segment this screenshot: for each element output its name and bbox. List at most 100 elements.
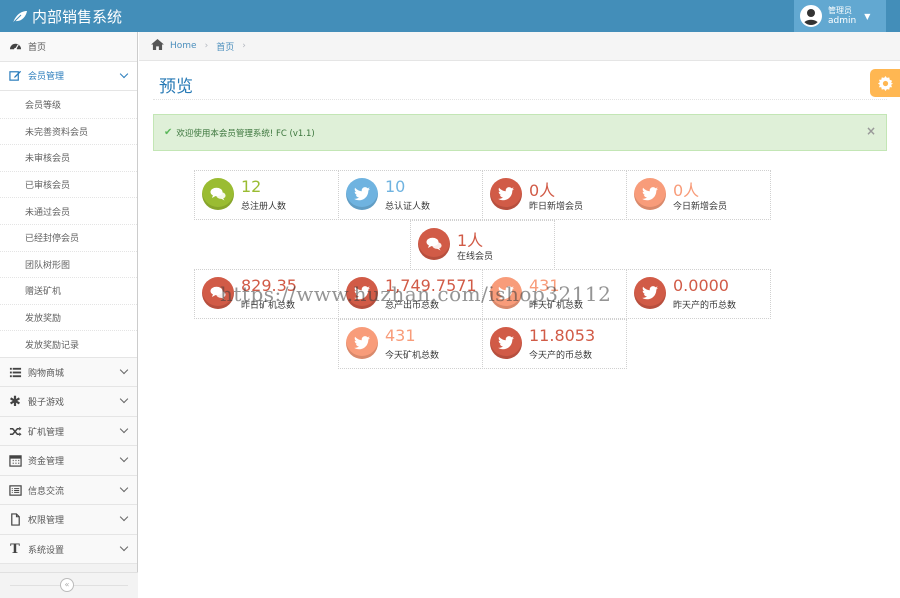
stat-box: 11.8053 今天产的币总数 bbox=[482, 319, 627, 369]
stat-label: 在线会员 bbox=[457, 252, 494, 262]
sidebar-collapse-bar: « bbox=[0, 572, 138, 598]
random-icon bbox=[8, 424, 22, 438]
submenu-item[interactable]: 未审核会员 bbox=[0, 144, 137, 171]
sidebar-item-permissions[interactable]: 权限管理 bbox=[0, 505, 137, 535]
sidebar-item-label: 首页 bbox=[28, 42, 47, 53]
stat-label: 总认证人数 bbox=[385, 202, 431, 212]
sidebar-item-settings[interactable]: T 系统设置 bbox=[0, 534, 137, 565]
avatar bbox=[800, 5, 822, 27]
stat-label: 今日新增会员 bbox=[673, 202, 728, 212]
chevron-down-icon bbox=[119, 365, 129, 375]
submenu-item[interactable]: 团队树形图 bbox=[0, 250, 137, 278]
page-header: 预览 bbox=[153, 64, 887, 100]
stat-box: 1人在线会员 bbox=[410, 220, 555, 270]
stat-label: 昨日新增会员 bbox=[529, 202, 584, 212]
caret-down-icon: ▼ bbox=[864, 11, 871, 21]
comments-icon bbox=[418, 228, 450, 260]
sidebar-item-label: 系统设置 bbox=[28, 545, 65, 556]
breadcrumb-separator: › bbox=[242, 41, 246, 51]
submenu-item[interactable]: 会员等级 bbox=[0, 91, 137, 118]
sidebar-item-members[interactable]: 会员管理 bbox=[0, 61, 137, 91]
submenu-item[interactable]: 未完善资料会员 bbox=[0, 117, 137, 145]
stat-label: 今天矿机总数 bbox=[385, 351, 440, 361]
stat-box: 0人昨日新增会员 bbox=[482, 170, 627, 220]
submenu-item[interactable]: 发放奖励 bbox=[0, 303, 137, 331]
stat-box: 431 今天矿机总数 bbox=[338, 319, 483, 369]
submenu-item[interactable]: 已经封停会员 bbox=[0, 223, 137, 251]
collapse-sidebar-button[interactable]: « bbox=[60, 578, 74, 592]
stat-value: 1人 bbox=[457, 231, 484, 250]
twitter-icon bbox=[634, 178, 666, 210]
welcome-alert: ✔ 欢迎使用本会员管理系统! FC (v1.1) × bbox=[153, 114, 887, 151]
page-title: 预览 bbox=[159, 77, 193, 97]
twitter-icon bbox=[634, 277, 666, 309]
sidebar-item-dice-game[interactable]: ✱ 骰子游戏 bbox=[0, 387, 137, 417]
file-icon bbox=[8, 513, 22, 527]
check-icon: ✔ bbox=[164, 127, 173, 138]
sidebar-item-label: 矿机管理 bbox=[28, 427, 65, 438]
top-navbar: 内部销售系统 管理员 admin ▼ bbox=[0, 0, 900, 32]
stat-value: 11.8053 bbox=[529, 326, 596, 345]
members-submenu: 会员等级 未完善资料会员 未审核会员 已审核会员 未通过会员 已经封停会员 团队… bbox=[0, 91, 137, 358]
twitter-icon bbox=[490, 327, 522, 359]
chevron-down-icon bbox=[119, 424, 129, 434]
chevron-down-icon bbox=[119, 454, 129, 463]
sidebar-item-label: 骰子游戏 bbox=[28, 398, 65, 409]
app-title: 内部销售系统 bbox=[32, 8, 123, 26]
user-avatar-icon bbox=[803, 9, 819, 25]
sidebar-item-miners[interactable]: 矿机管理 bbox=[0, 416, 137, 447]
stat-value: 0.0000 bbox=[673, 276, 729, 295]
chevron-down-icon bbox=[119, 483, 129, 493]
sidebar-item-label: 购物商城 bbox=[28, 368, 65, 379]
sidebar-item-label: 权限管理 bbox=[28, 516, 65, 527]
submenu-item[interactable]: 赠送矿机 bbox=[0, 277, 137, 304]
close-alert-button[interactable]: × bbox=[866, 124, 876, 138]
app-brand[interactable]: 内部销售系统 bbox=[12, 6, 122, 27]
home-icon bbox=[151, 39, 164, 53]
gear-icon bbox=[877, 75, 893, 91]
stat-label: 昨天产的币总数 bbox=[673, 301, 737, 311]
breadcrumb-current[interactable]: 首页 bbox=[216, 40, 234, 53]
stat-value: 0人 bbox=[673, 181, 700, 200]
submenu-item[interactable]: 未通过会员 bbox=[0, 197, 137, 224]
twitter-icon bbox=[346, 327, 378, 359]
breadcrumb-home-link[interactable]: Home bbox=[170, 41, 197, 51]
sidebar-item-shop[interactable]: 购物商城 bbox=[0, 357, 137, 388]
sidebar: 首页 会员管理 会员等级 未完善资料会员 未审核会员 已审核会员 未通过会员 已… bbox=[0, 32, 138, 598]
edit-icon bbox=[8, 69, 22, 83]
stat-box: 0人今日新增会员 bbox=[626, 170, 771, 220]
sidebar-item-label: 资金管理 bbox=[28, 457, 65, 468]
stat-value: 431 bbox=[385, 326, 416, 345]
user-menu[interactable]: 管理员 admin ▼ bbox=[794, 0, 886, 32]
chevron-up-icon bbox=[119, 69, 129, 78]
user-name: admin bbox=[828, 16, 857, 26]
breadcrumb: Home › 首页 › bbox=[139, 32, 900, 61]
twitter-icon bbox=[490, 178, 522, 210]
stat-value: 10 bbox=[385, 177, 406, 196]
chevron-down-icon bbox=[119, 395, 129, 404]
asterisk-icon: ✱ bbox=[9, 393, 21, 410]
submenu-item[interactable]: 已审核会员 bbox=[0, 170, 137, 198]
settings-toggle-button[interactable] bbox=[870, 69, 900, 97]
stat-value: 0人 bbox=[529, 181, 556, 200]
calendar-icon bbox=[8, 454, 22, 468]
submenu-item[interactable]: 发放奖励记录 bbox=[0, 330, 137, 357]
user-info: 管理员 admin bbox=[828, 5, 856, 27]
sidebar-item-funds[interactable]: 资金管理 bbox=[0, 446, 137, 476]
list-icon bbox=[8, 365, 22, 379]
chevron-down-icon bbox=[119, 513, 129, 522]
chevron-down-icon bbox=[119, 542, 129, 552]
alert-text: 欢迎使用本会员管理系统! FC (v1.1) bbox=[176, 128, 315, 139]
stat-value: 12 bbox=[241, 177, 262, 196]
list-alt-icon bbox=[8, 483, 22, 497]
sidebar-item-home[interactable]: 首页 bbox=[0, 32, 137, 62]
stat-box: 0.0000 昨天产的币总数 bbox=[626, 269, 771, 319]
stat-label: 总注册人数 bbox=[241, 202, 287, 212]
comments-icon bbox=[202, 178, 234, 210]
twitter-icon bbox=[346, 178, 378, 210]
sidebar-item-label: 信息交流 bbox=[28, 486, 65, 497]
text-icon: T bbox=[10, 541, 20, 557]
sidebar-item-messages[interactable]: 信息交流 bbox=[0, 475, 137, 506]
tachometer-icon bbox=[8, 39, 22, 53]
stat-box: 10 总认证人数 bbox=[338, 170, 483, 220]
